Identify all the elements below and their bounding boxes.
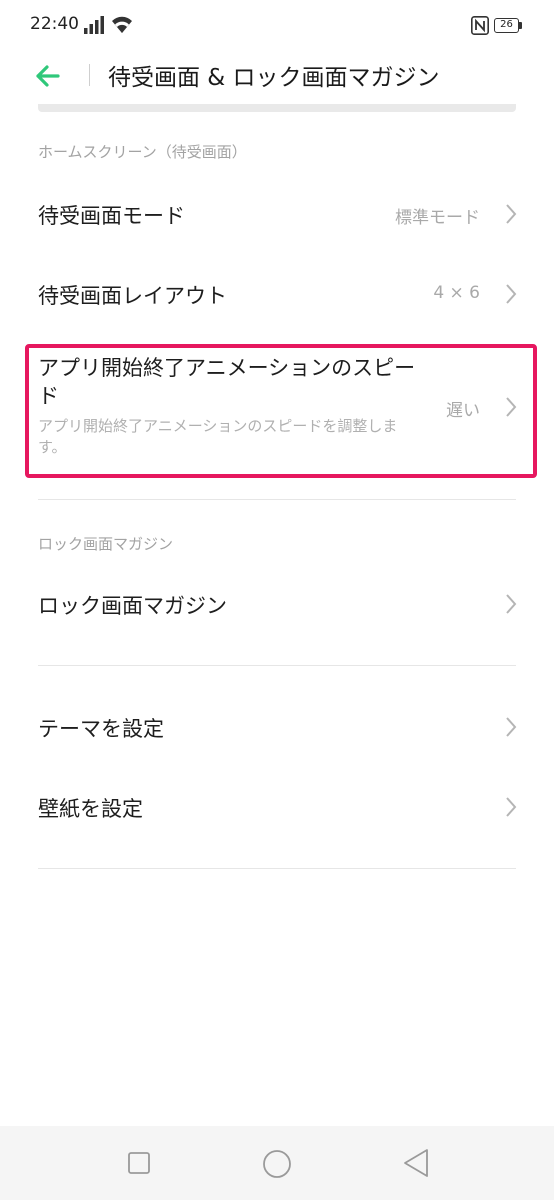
row-title: テーマを設定	[38, 717, 164, 741]
header-shadow	[38, 104, 516, 112]
section-header-lock: ロック画面マガジン	[38, 535, 174, 553]
page-header: 待受画面 & ロック画面マガジン	[0, 52, 554, 98]
chevron-right-icon	[506, 284, 517, 304]
chevron-right-icon	[506, 717, 517, 737]
chevron-right-icon	[506, 594, 517, 614]
row-value: 標準モード	[395, 208, 480, 228]
row-standby-mode[interactable]: 待受画面モード 標準モード	[0, 186, 554, 244]
row-lock-screen-magazine[interactable]: ロック画面マガジン	[0, 576, 554, 634]
nfc-icon	[471, 16, 489, 35]
row-title: ロック画面マガジン	[38, 594, 227, 618]
recents-square-icon[interactable]	[128, 1152, 150, 1174]
row-title: 待受画面モード	[38, 204, 185, 228]
back-triangle-icon[interactable]	[402, 1148, 430, 1178]
wifi-icon	[112, 16, 132, 33]
status-bar: 22:40 26	[0, 0, 554, 52]
battery-tip	[519, 22, 522, 29]
row-title: 待受画面レイアウト	[38, 284, 227, 308]
home-circle-icon[interactable]	[262, 1149, 292, 1179]
section-divider	[38, 868, 516, 869]
row-set-wallpaper[interactable]: 壁紙を設定	[0, 779, 554, 837]
header-divider	[89, 64, 90, 86]
section-divider	[38, 499, 516, 500]
section-header-home: ホームスクリーン（待受画面）	[38, 143, 247, 161]
battery-icon: 26	[494, 18, 522, 34]
row-set-theme[interactable]: テーマを設定	[0, 699, 554, 757]
status-time: 22:40	[30, 14, 79, 34]
chevron-right-icon	[506, 204, 517, 224]
highlight-box	[25, 344, 537, 478]
row-title: 壁紙を設定	[38, 797, 143, 821]
page-title: 待受画面 & ロック画面マガジン	[108, 65, 440, 91]
nav-bar	[0, 1126, 554, 1200]
arrow-left-icon	[36, 65, 60, 87]
chevron-right-icon	[506, 797, 517, 817]
section-divider	[38, 665, 516, 666]
battery-level: 26	[494, 18, 519, 33]
row-value: 4 × 6	[433, 283, 480, 303]
signal-icon	[84, 16, 104, 34]
row-standby-layout[interactable]: 待受画面レイアウト 4 × 6	[0, 266, 554, 324]
back-button[interactable]	[30, 56, 74, 96]
